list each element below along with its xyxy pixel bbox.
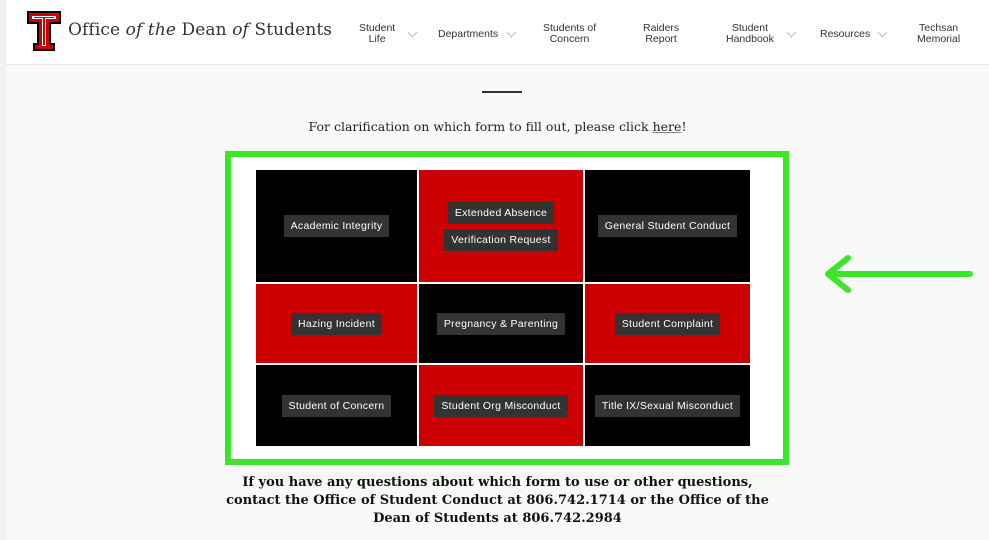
site-header: Office of the Dean of Students Student L… (6, 0, 989, 65)
nav-item-label: Students of Concern (543, 22, 597, 45)
form-tile-extended-absence[interactable]: Extended Absence Verification Request (419, 170, 583, 282)
form-tile-label[interactable]: Verification Request (444, 228, 558, 251)
form-tile-label[interactable]: Student Complaint (614, 312, 721, 335)
section-divider (482, 91, 522, 93)
nav-item-label: Student Handbook (726, 22, 774, 45)
form-tile-title-ix[interactable]: Title IX/Sexual Misconduct (585, 365, 750, 446)
form-tile-general-student-conduct[interactable]: General Student Conduct (585, 170, 750, 282)
form-tile-label[interactable]: General Student Conduct (597, 215, 738, 237)
form-tile-hazing-incident[interactable]: Hazing Incident (256, 284, 417, 363)
nav-item-student-life[interactable]: Student Life (359, 22, 418, 46)
clarification-suffix: ! (681, 119, 687, 134)
nav-item-label: Raiders Report (643, 22, 680, 45)
contact-note: If you have any questions about which fo… (6, 474, 989, 528)
double-t-logo-icon[interactable] (27, 11, 61, 51)
site-title-part: of the (125, 20, 177, 40)
contact-note-line: contact the Office of Student Conduct at… (226, 493, 769, 508)
nav-item-resources[interactable]: Resources (820, 22, 888, 46)
arrow-left-icon (825, 255, 973, 293)
form-tile-pregnancy-parenting[interactable]: Pregnancy & Parenting (419, 284, 583, 363)
form-tile-label[interactable]: Title IX/Sexual Misconduct (594, 394, 741, 417)
form-tile-label[interactable]: Pregnancy & Parenting (436, 312, 566, 335)
form-tile-label[interactable]: Student of Concern (281, 394, 392, 417)
form-tile-academic-integrity[interactable]: Academic Integrity (256, 170, 417, 282)
form-tile-label[interactable]: Hazing Incident (291, 312, 382, 335)
nav-item-raiders-report[interactable]: Raiders Report (643, 22, 679, 46)
nav-item-label: Techsan Memorial (917, 22, 961, 45)
contact-note-line: Dean of Students at 806.742.2984 (373, 511, 622, 526)
site-title-part: Office (68, 20, 126, 40)
form-tile-student-complaint[interactable]: Student Complaint (585, 284, 750, 363)
form-tile-label[interactable]: Student Org Misconduct (434, 394, 568, 417)
nav-item-label: Resources (820, 27, 871, 40)
form-tile-student-org-misconduct[interactable]: Student Org Misconduct (419, 365, 583, 446)
site-title-part: of (232, 20, 249, 40)
form-tile-label[interactable]: Extended Absence (447, 201, 555, 224)
form-grid: Academic Integrity Extended Absence Veri… (256, 170, 750, 446)
form-tile-student-of-concern[interactable]: Student of Concern (256, 365, 417, 446)
nav-item-label: Student Life (359, 22, 396, 45)
site-title-part: Students (248, 20, 333, 40)
chevron-down-icon (407, 27, 418, 37)
chevron-down-icon (786, 27, 797, 37)
chevron-down-icon (506, 27, 517, 37)
nav-item-departments[interactable]: Departments (438, 22, 517, 46)
nav-item-students-of-concern[interactable]: Students of Concern (543, 22, 596, 46)
clarification-link[interactable]: here (653, 119, 682, 134)
nav-item-label: Departments (438, 27, 499, 40)
nav-item-student-handbook[interactable]: Student Handbook (726, 22, 797, 46)
contact-note-line: If you have any questions about which fo… (242, 475, 753, 490)
clarification-text: For clarification on which form to fill … (6, 119, 989, 134)
page: Office of the Dean of Students Student L… (6, 0, 989, 540)
chevron-down-icon (877, 27, 888, 37)
form-tile-label[interactable]: Academic Integrity (283, 215, 390, 237)
clarification-prefix: For clarification on which form to fill … (308, 119, 653, 134)
site-title-part: Dean (176, 20, 233, 40)
site-title[interactable]: Office of the Dean of Students (68, 20, 332, 40)
nav-item-techsan-memorial[interactable]: Techsan Memorial (917, 22, 960, 46)
